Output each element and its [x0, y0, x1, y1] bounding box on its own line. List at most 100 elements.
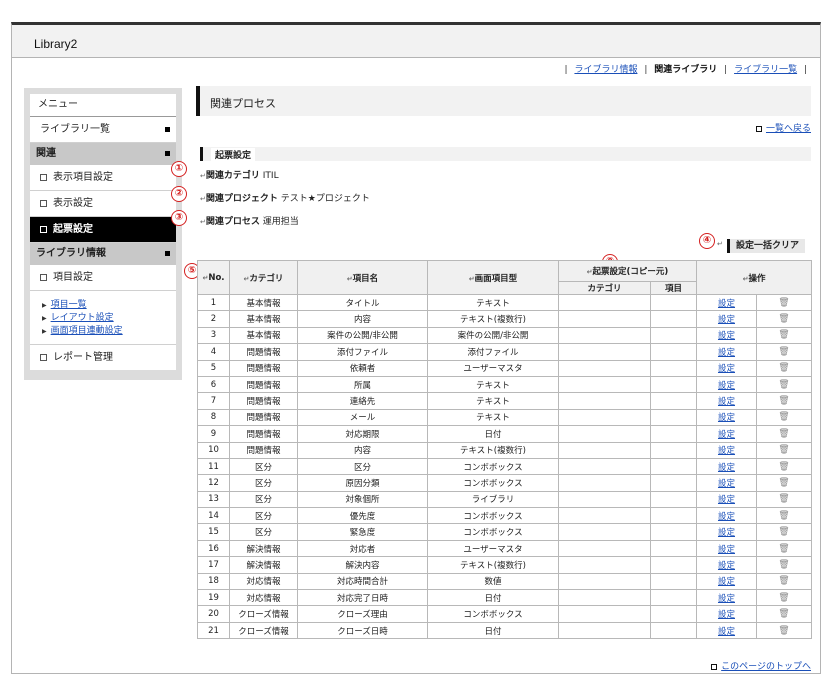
cell-copy-category: [558, 408, 651, 427]
cell-delete: 🗑: [755, 539, 813, 558]
col-header-category: ↵カテゴリ: [229, 260, 298, 295]
trash-icon[interactable]: 🗑: [778, 544, 789, 554]
trash-icon[interactable]: 🗑: [778, 396, 789, 406]
cell-setting: 設定: [696, 392, 757, 410]
sidebar-link-linkage[interactable]: ▶ 画面項目連動設定: [42, 325, 176, 338]
cell-delete: 🗑: [755, 474, 813, 492]
trash-icon[interactable]: 🗑: [778, 298, 789, 308]
cell-field-type: テキスト: [427, 408, 559, 427]
page-header: 関連プロセス: [196, 86, 811, 116]
setting-link[interactable]: 設定: [718, 561, 735, 571]
sidebar-section-related[interactable]: 関連: [30, 143, 176, 165]
setting-link[interactable]: 設定: [718, 381, 735, 391]
trash-icon[interactable]: 🗑: [778, 560, 789, 570]
square-icon: [40, 273, 47, 281]
cell-category: 問題情報: [229, 375, 298, 394]
cell-copy-category: [558, 343, 651, 361]
sidebar-link-layout[interactable]: ▶ レイアウト設定: [42, 312, 176, 325]
trash-icon[interactable]: 🗑: [778, 314, 789, 324]
cell-no: 16: [197, 539, 230, 558]
setting-link[interactable]: 設定: [718, 495, 735, 505]
cell-copy-category: [558, 326, 651, 345]
trash-icon[interactable]: 🗑: [778, 511, 789, 521]
sidebar-item-field-settings[interactable]: 項目設定: [30, 265, 176, 291]
setting-link[interactable]: 設定: [718, 331, 735, 341]
cell-item-name: 依頼者: [297, 359, 428, 377]
cell-copy-item: [650, 441, 697, 459]
cell-delete: 🗑: [755, 310, 813, 328]
trash-icon[interactable]: 🗑: [778, 412, 789, 422]
setting-link[interactable]: 設定: [718, 413, 735, 423]
clear-all-settings-button[interactable]: 設定一括クリア: [727, 239, 806, 253]
setting-link[interactable]: 設定: [718, 610, 735, 620]
page-top-link[interactable]: このページのトップへ: [711, 659, 811, 672]
cell-item-name: 解決内容: [297, 556, 428, 574]
back-to-list-link[interactable]: 一覧へ戻る: [755, 121, 811, 134]
trash-icon[interactable]: 🗑: [778, 626, 789, 636]
square-icon: [40, 353, 47, 361]
cell-delete: 🗑: [755, 392, 813, 410]
cell-item-name: クローズ日時: [297, 621, 428, 640]
setting-link[interactable]: 設定: [718, 594, 735, 604]
cell-copy-category: [558, 293, 651, 312]
sidebar-item-report[interactable]: レポート管理: [30, 345, 176, 370]
setting-link[interactable]: 設定: [718, 315, 735, 325]
trash-icon[interactable]: 🗑: [778, 593, 789, 603]
sidebar-item-library-list[interactable]: ライブラリ一覧: [30, 117, 176, 143]
setting-link[interactable]: 設定: [718, 397, 735, 407]
table-row: 13 区分 対象個所 ライブラリ 設定 🗑: [197, 490, 813, 509]
trash-icon[interactable]: 🗑: [778, 478, 789, 488]
sidebar-link-item-list[interactable]: ▶ 項目一覧: [42, 299, 176, 312]
setting-link[interactable]: 設定: [718, 348, 735, 358]
cell-field-type: コンボボックス: [427, 474, 559, 492]
trash-icon[interactable]: 🗑: [778, 609, 789, 619]
setting-link[interactable]: 設定: [718, 545, 735, 555]
cell-copy-category: [558, 490, 651, 509]
cell-category: 区分: [229, 507, 298, 525]
setting-link[interactable]: 設定: [718, 446, 735, 456]
top-nav-library-list[interactable]: ライブラリ一覧: [734, 65, 797, 75]
cell-no: 17: [197, 556, 230, 574]
trash-icon[interactable]: 🗑: [778, 494, 789, 504]
cell-setting: 設定: [696, 293, 757, 312]
trash-icon[interactable]: 🗑: [778, 363, 789, 373]
cell-field-type: 数値: [427, 572, 559, 591]
setting-link[interactable]: 設定: [718, 364, 735, 374]
trash-icon[interactable]: 🗑: [778, 527, 789, 537]
cell-item-name: 対応者: [297, 539, 428, 558]
cell-item-name: 案件の公開/非公開: [297, 326, 428, 345]
cell-no: 13: [197, 490, 230, 509]
cell-setting: 設定: [696, 490, 757, 509]
setting-link[interactable]: 設定: [718, 463, 735, 473]
setting-link[interactable]: 設定: [718, 528, 735, 538]
cell-field-type: テキスト: [427, 392, 559, 410]
cell-setting: 設定: [696, 589, 757, 607]
trash-icon[interactable]: 🗑: [778, 347, 789, 357]
cell-copy-category: [558, 359, 651, 377]
table-row: 16 解決情報 対応者 ユーザーマスタ 設定 🗑: [197, 539, 813, 558]
trash-icon[interactable]: 🗑: [778, 445, 789, 455]
setting-link[interactable]: 設定: [718, 299, 735, 309]
setting-link[interactable]: 設定: [718, 627, 735, 637]
table-row: 2 基本情報 内容 テキスト(複数行) 設定 🗑: [197, 310, 813, 328]
trash-icon[interactable]: 🗑: [778, 576, 789, 586]
table-row: 14 区分 優先度 コンボボックス 設定 🗑: [197, 507, 813, 525]
trash-icon[interactable]: 🗑: [778, 462, 789, 472]
trash-icon[interactable]: 🗑: [778, 429, 789, 439]
trash-icon[interactable]: 🗑: [778, 330, 789, 340]
cell-setting: 設定: [696, 605, 757, 623]
cell-category: 問題情報: [229, 425, 298, 443]
setting-link[interactable]: 設定: [718, 479, 735, 489]
cell-category: 基本情報: [229, 293, 298, 312]
sidebar-section-library-info[interactable]: ライブラリ情報: [30, 243, 176, 265]
sidebar-item-display-settings[interactable]: 表示設定: [30, 191, 176, 217]
top-nav-library-info[interactable]: ライブラリ情報: [574, 65, 637, 75]
setting-link[interactable]: 設定: [718, 577, 735, 587]
setting-link[interactable]: 設定: [718, 512, 735, 522]
trash-icon[interactable]: 🗑: [778, 380, 789, 390]
sidebar-item-display-items[interactable]: 表示項目設定: [30, 165, 176, 191]
triangle-right-icon: ▶: [42, 315, 47, 322]
sidebar-item-ticket-settings[interactable]: 起票設定: [30, 217, 176, 243]
setting-link[interactable]: 設定: [718, 430, 735, 440]
section-header: 起票設定: [200, 147, 811, 161]
